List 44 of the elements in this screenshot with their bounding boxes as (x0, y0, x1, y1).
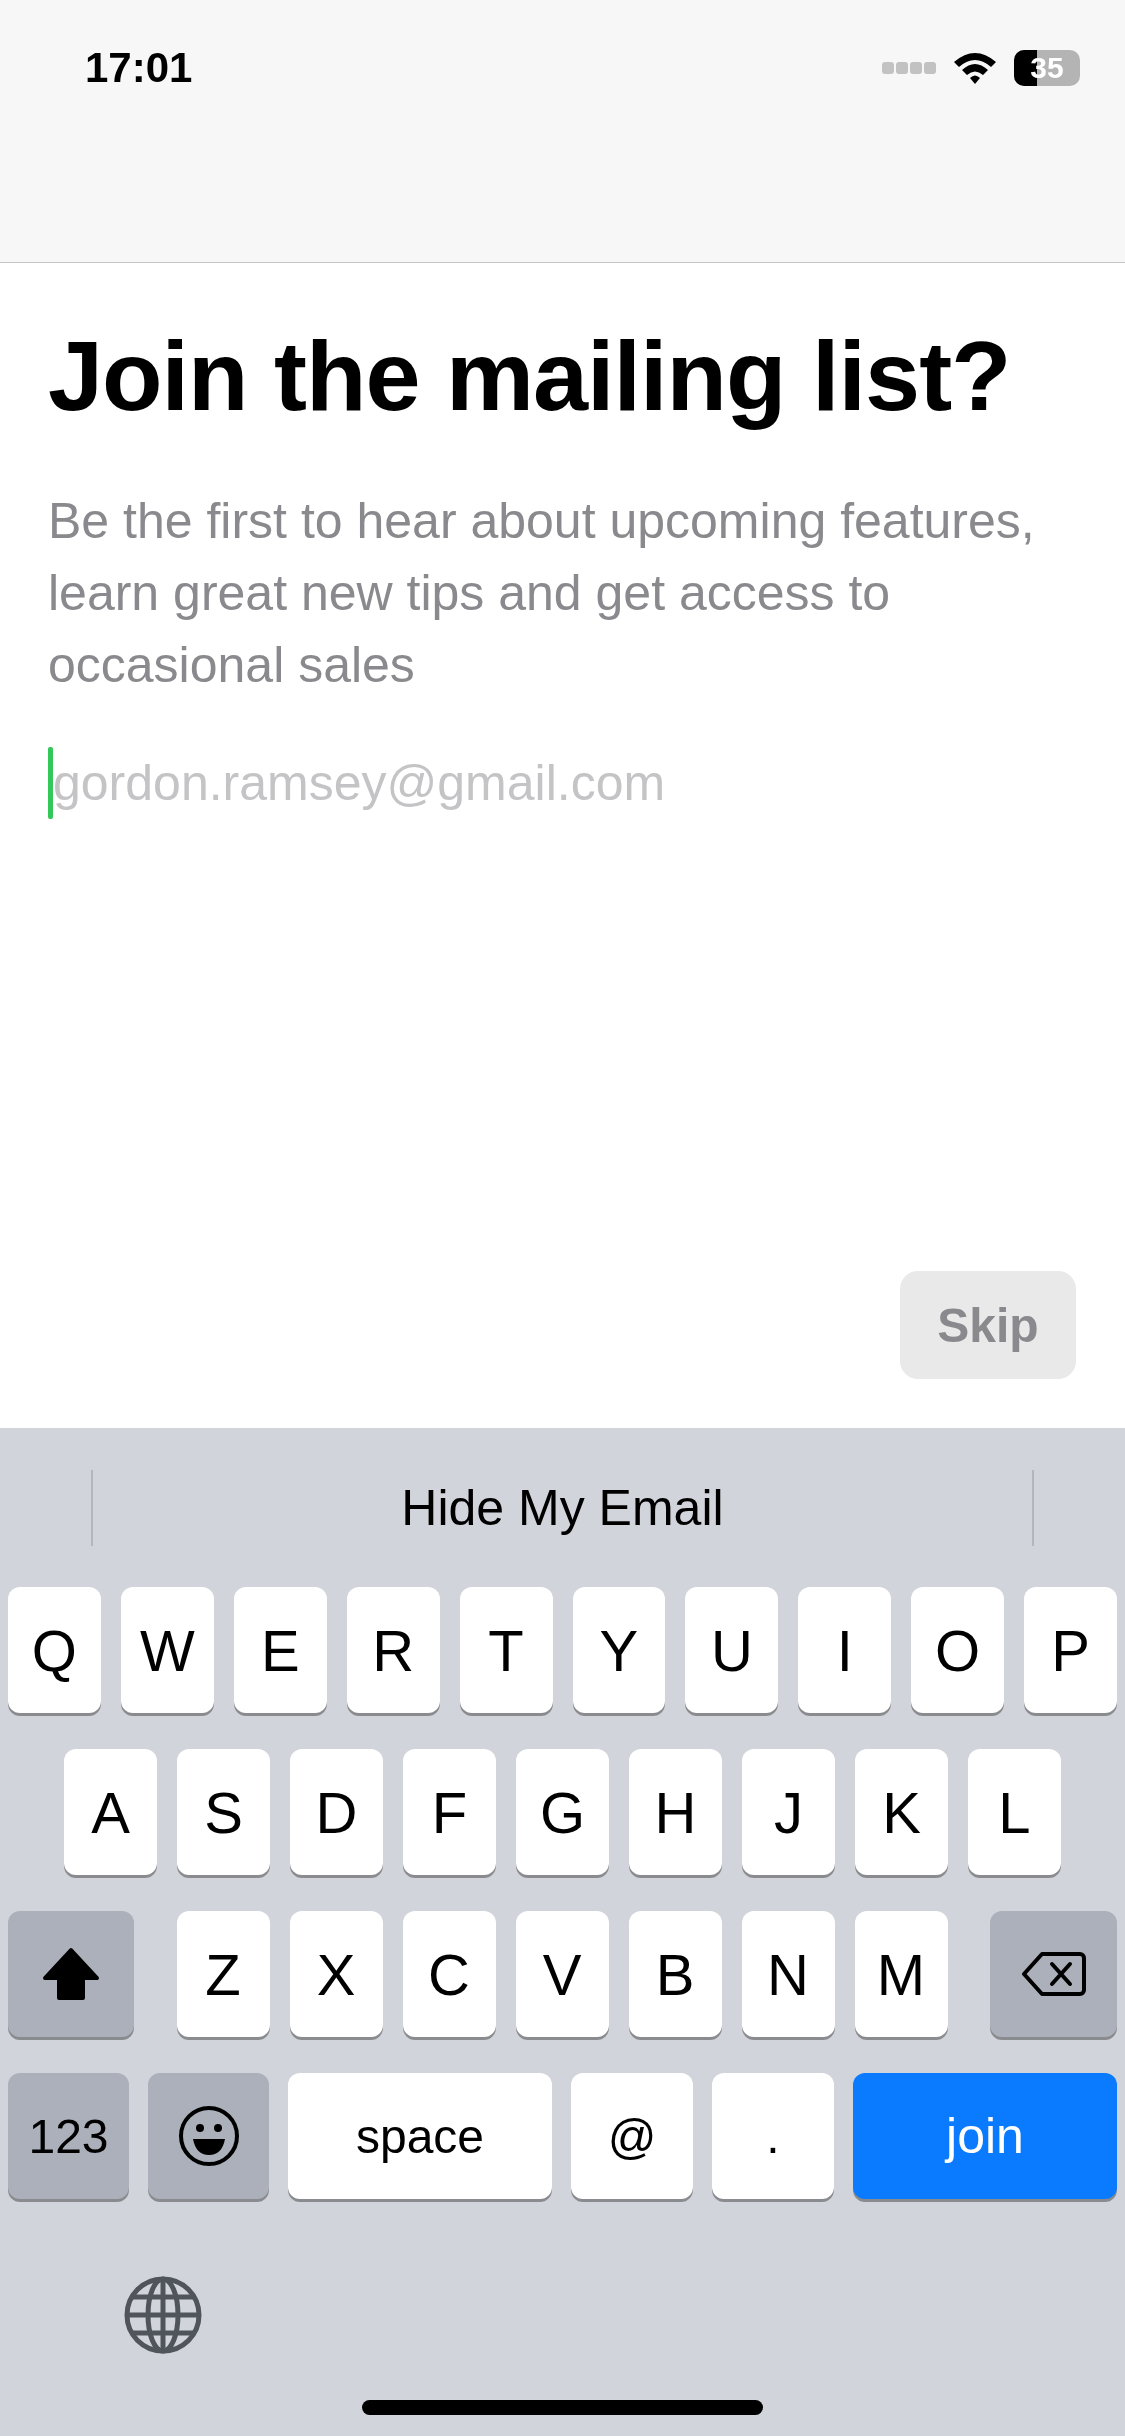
symbol-key[interactable]: @ (571, 2073, 693, 2199)
letter-key[interactable]: F (403, 1749, 496, 1875)
letter-key[interactable]: Q (7, 1587, 101, 1713)
space-bar[interactable]: space (288, 2073, 552, 2199)
suggestion-item[interactable]: Hide My Email (401, 1478, 724, 1537)
wifi-icon (952, 50, 998, 86)
letter-key[interactable]: G (516, 1749, 609, 1875)
delete-key[interactable] (990, 1911, 1117, 2037)
symbol-key[interactable]: . (712, 2073, 834, 2199)
letter-key[interactable]: L (968, 1749, 1061, 1875)
join-key[interactable]: join (853, 2073, 1117, 2199)
letter-key[interactable]: N (741, 1911, 835, 2037)
letter-key[interactable]: P (1024, 1587, 1118, 1713)
no-signal-icon (882, 61, 936, 75)
letter-key[interactable]: C (402, 1911, 496, 2037)
letter-key[interactable]: Y (572, 1587, 666, 1713)
description-text: Be the first to hear about upcoming features, learn great new tips and get access to occasional sales (48, 492, 1036, 695)
letter-key[interactable]: I (798, 1587, 892, 1713)
letter-key[interactable]: B (628, 1911, 722, 2037)
letter-key[interactable]: M (854, 1911, 948, 2037)
globe-icon[interactable] (123, 2275, 203, 2355)
letter-key[interactable]: K (855, 1749, 948, 1875)
letter-key[interactable]: O (911, 1587, 1005, 1713)
smiley-icon (177, 2105, 240, 2167)
letter-key[interactable]: H (629, 1749, 722, 1875)
letter-key[interactable]: U (685, 1587, 779, 1713)
letter-key[interactable]: T (459, 1587, 553, 1713)
page-title: Join the mailing list? (48, 319, 1012, 433)
letter-key[interactable]: S (177, 1749, 270, 1875)
letter-key[interactable]: X (289, 1911, 383, 2037)
backspace-icon (1021, 1950, 1086, 1998)
letter-key[interactable]: D (290, 1749, 383, 1875)
letter-key[interactable]: W (120, 1587, 214, 1713)
letter-key[interactable]: A (64, 1749, 157, 1875)
shift-key[interactable] (8, 1911, 134, 2037)
letter-key[interactable]: V (515, 1911, 609, 2037)
letter-key[interactable]: E (233, 1587, 327, 1713)
letter-key[interactable]: Z (176, 1911, 270, 2037)
email-field[interactable]: gordon.ramsey@gmail.com (53, 754, 953, 812)
letter-key[interactable]: R (346, 1587, 440, 1713)
emoji-key[interactable] (148, 2073, 269, 2199)
status-time: 17:01 (85, 44, 193, 92)
numbers-key[interactable]: 123 (8, 2073, 129, 2199)
letter-key[interactable]: J (742, 1749, 835, 1875)
